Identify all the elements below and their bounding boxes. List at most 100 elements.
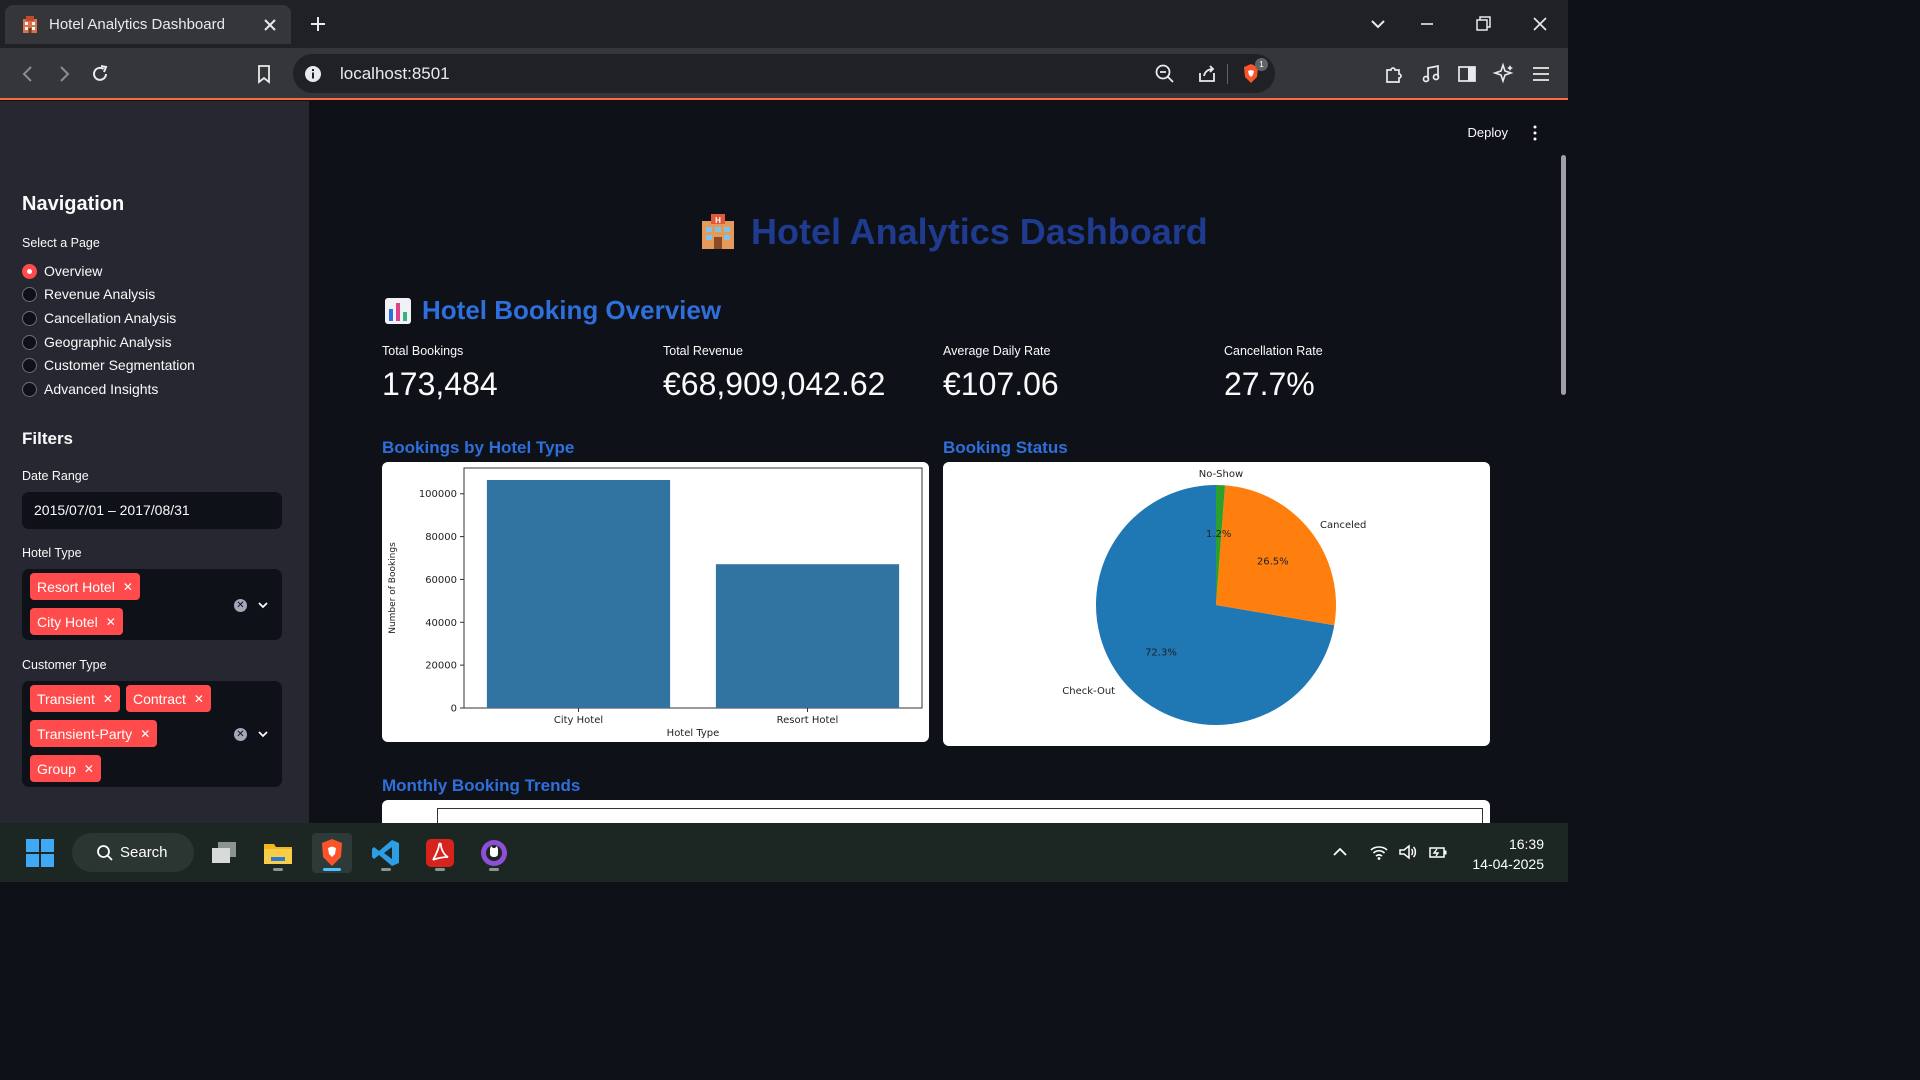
- minimize-icon[interactable]: [1415, 12, 1439, 36]
- address-bar[interactable]: localhost:8501 1: [293, 54, 1275, 93]
- chip-label: Resort Hotel: [37, 578, 115, 595]
- nav-radio-overview[interactable]: Overview: [22, 261, 102, 281]
- clear-all-icon[interactable]: ✕: [234, 599, 247, 612]
- start-button[interactable]: [20, 833, 60, 873]
- forward-icon[interactable]: [52, 62, 76, 86]
- chip-label: Transient-Party: [37, 725, 133, 742]
- nav-radio-advanced-insights[interactable]: Advanced Insights: [22, 379, 158, 399]
- chip-group[interactable]: Group ✕: [30, 755, 101, 782]
- chip-remove-icon[interactable]: ✕: [103, 692, 113, 706]
- radio-label: Cancellation Analysis: [44, 310, 177, 326]
- volume-icon[interactable]: [1398, 842, 1418, 862]
- pie-slice: [1216, 485, 1336, 626]
- chevron-up-icon[interactable]: [1330, 842, 1350, 862]
- metric-total-revenue: Total Revenue €68,909,042.62: [663, 344, 885, 403]
- close-tab-icon[interactable]: [261, 16, 279, 34]
- chip-city-hotel[interactable]: City Hotel ✕: [30, 608, 123, 635]
- close-window-icon[interactable]: [1528, 12, 1552, 36]
- search-label: Search: [120, 844, 168, 861]
- chip-remove-icon[interactable]: ✕: [140, 727, 150, 741]
- browser-tab[interactable]: Hotel Analytics Dashboard: [5, 5, 291, 44]
- chip-transient[interactable]: Transient ✕: [30, 685, 120, 712]
- clock-date: 14-04-2025: [1472, 856, 1544, 872]
- tab-search-chevron-icon[interactable]: [1366, 12, 1390, 36]
- radio-label: Overview: [44, 263, 103, 279]
- bookmark-icon[interactable]: [252, 62, 276, 86]
- radio-button[interactable]: [22, 357, 37, 373]
- pie-category-label: No-Show: [1199, 469, 1243, 480]
- taskbar-brave[interactable]: [312, 833, 352, 873]
- media-icon[interactable]: [1419, 62, 1443, 86]
- metric-label: Total Bookings: [382, 344, 464, 358]
- y-tick-label: 0: [451, 704, 457, 715]
- x-tick-label: City Hotel: [554, 715, 603, 726]
- main-content: Deploy H Hotel Analytics Dashboard Hotel…: [309, 101, 1568, 823]
- share-icon[interactable]: [1195, 62, 1219, 86]
- chip-contract[interactable]: Contract ✕: [126, 685, 211, 712]
- restore-icon[interactable]: [1471, 12, 1495, 36]
- metric-value: €68,909,042.62: [663, 366, 886, 402]
- taskbar-search[interactable]: Search: [72, 833, 194, 872]
- clear-all-icon[interactable]: ✕: [234, 728, 247, 741]
- chevron-down-icon[interactable]: [256, 598, 270, 612]
- radio-button[interactable]: [22, 310, 37, 326]
- radio-button[interactable]: [22, 263, 37, 279]
- chip-remove-icon[interactable]: ✕: [106, 615, 116, 629]
- x-tick-label: Resort Hotel: [777, 715, 839, 726]
- scrollbar[interactable]: [1561, 155, 1566, 395]
- date-range-input[interactable]: 2015/07/01 – 2017/08/31: [22, 492, 282, 529]
- zoom-out-icon[interactable]: [1153, 62, 1177, 86]
- kebab-menu-icon[interactable]: [1532, 125, 1538, 141]
- chip-resort-hotel[interactable]: Resort Hotel ✕: [30, 573, 140, 600]
- trend-chart-card: [382, 800, 1490, 823]
- bar-chart-icon: [385, 297, 411, 324]
- extensions-icon[interactable]: [1382, 62, 1406, 86]
- bar-chart: 0 20000 40000 60000 80000 100000 City Hotel Res…: [388, 467, 923, 739]
- hotel-type-multiselect[interactable]: Resort Hotel ✕ City Hotel ✕ ✕: [22, 569, 282, 640]
- nav-radio-revenue-analysis[interactable]: Revenue Analysis: [22, 284, 155, 304]
- nav-radio-geographic-analysis[interactable]: Geographic Analysis: [22, 332, 172, 352]
- menu-icon[interactable]: [1529, 62, 1553, 86]
- taskbar-acrobat[interactable]: [420, 833, 460, 873]
- nav-radio-cancellation-analysis[interactable]: Cancellation Analysis: [22, 308, 176, 328]
- back-icon[interactable]: [16, 62, 40, 86]
- sidebar-toggle-icon[interactable]: [1455, 62, 1479, 86]
- reload-icon[interactable]: [88, 62, 112, 86]
- task-view-button[interactable]: [204, 833, 244, 873]
- hotel-type-label: Hotel Type: [22, 546, 82, 560]
- trend-chart-heading: Monthly Booking Trends: [382, 776, 581, 795]
- task-view-icon: [212, 842, 236, 863]
- folder-icon: [264, 844, 292, 864]
- system-clock[interactable]: 16:39 14-04-2025: [1472, 834, 1544, 874]
- hotel-icon: H: [702, 214, 734, 249]
- chip-remove-icon[interactable]: ✕: [194, 692, 204, 706]
- radio-button[interactable]: [22, 286, 37, 302]
- taskbar-file-explorer[interactable]: [258, 833, 298, 873]
- battery-icon[interactable]: [1428, 842, 1448, 862]
- chip-remove-icon[interactable]: ✕: [123, 580, 133, 594]
- running-indicator: [489, 868, 499, 871]
- nav-radio-customer-segmentation[interactable]: Customer Segmentation: [22, 355, 195, 375]
- chip-remove-icon[interactable]: ✕: [84, 762, 94, 776]
- radio-button[interactable]: [22, 381, 37, 397]
- deploy-button[interactable]: Deploy: [1468, 125, 1508, 140]
- browser-toolbar: localhost:8501 1: [0, 48, 1568, 100]
- chip-label: Transient: [37, 690, 95, 707]
- github-icon: [481, 840, 507, 866]
- radio-button[interactable]: [22, 334, 37, 350]
- pie-pct-label: 1.2%: [1206, 529, 1231, 540]
- customer-type-label: Customer Type: [22, 658, 107, 672]
- taskbar-github-desktop[interactable]: [474, 833, 514, 873]
- search-icon: [97, 844, 113, 861]
- chip-label: Group: [37, 760, 76, 777]
- chevron-down-icon[interactable]: [256, 727, 270, 741]
- metric-label: Average Daily Rate: [943, 344, 1051, 358]
- customer-type-multiselect[interactable]: Transient ✕ Contract ✕ Transient-Party ✕ Gr…: [22, 681, 282, 787]
- wifi-icon[interactable]: [1369, 842, 1389, 862]
- new-tab-icon[interactable]: [306, 12, 330, 36]
- pie-pct-label: 26.5%: [1257, 557, 1289, 568]
- leo-ai-icon[interactable]: [1492, 62, 1516, 86]
- chip-transient-party[interactable]: Transient-Party ✕: [30, 720, 158, 747]
- site-info-icon[interactable]: [304, 65, 322, 83]
- taskbar-vscode[interactable]: [366, 833, 406, 873]
